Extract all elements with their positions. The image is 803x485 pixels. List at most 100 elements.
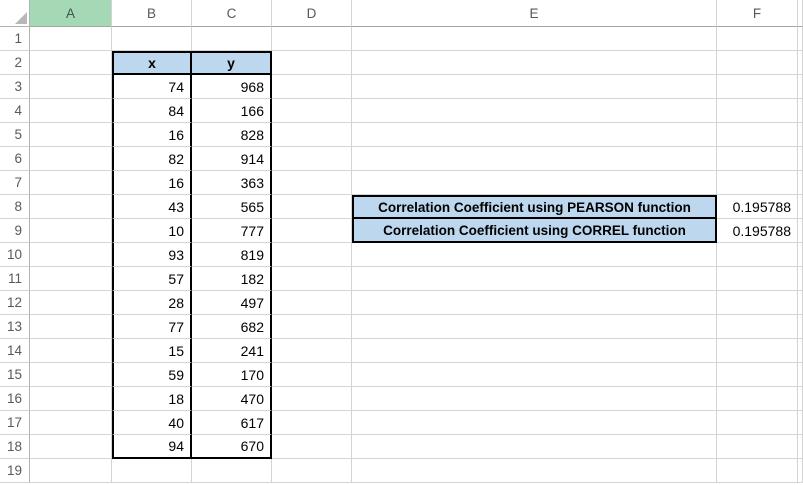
cell-E7[interactable] [352,171,717,195]
cell-D11[interactable] [272,267,352,291]
cell-C8[interactable]: 565 [192,195,272,219]
cell-A1[interactable] [30,27,112,51]
cell-E19[interactable] [352,459,717,483]
cell-E13[interactable] [352,315,717,339]
cell-C11[interactable]: 182 [192,267,272,291]
column-header-E[interactable]: E [352,0,717,27]
cell-G6[interactable] [798,147,803,171]
row-header-8[interactable]: 8 [0,195,30,219]
cell-F11[interactable] [717,267,798,291]
row-header-5[interactable]: 5 [0,123,30,147]
cell-F15[interactable] [717,363,798,387]
cell-F8[interactable]: 0.195788 [717,195,798,219]
cell-A15[interactable] [30,363,112,387]
column-header-A[interactable]: A [30,0,112,27]
cell-D6[interactable] [272,147,352,171]
cell-D12[interactable] [272,291,352,315]
cell-C10[interactable]: 819 [192,243,272,267]
cell-F6[interactable] [717,147,798,171]
cell-G18[interactable] [798,435,803,459]
cell-C5[interactable]: 828 [192,123,272,147]
cell-G3[interactable] [798,75,803,99]
cell-B3[interactable]: 74 [112,75,192,99]
cell-E1[interactable] [352,27,717,51]
cell-E3[interactable] [352,75,717,99]
cell-B1[interactable] [112,27,192,51]
select-all-corner[interactable] [0,0,30,27]
cell-D17[interactable] [272,411,352,435]
cell-C9[interactable]: 777 [192,219,272,243]
cell-B2[interactable]: x [112,51,192,75]
cell-G19[interactable] [798,459,803,483]
cell-F3[interactable] [717,75,798,99]
cell-B11[interactable]: 57 [112,267,192,291]
cell-A13[interactable] [30,315,112,339]
cell-C4[interactable]: 166 [192,99,272,123]
row-header-16[interactable]: 16 [0,387,30,411]
cell-B16[interactable]: 18 [112,387,192,411]
row-header-6[interactable]: 6 [0,147,30,171]
cell-B10[interactable]: 93 [112,243,192,267]
row-header-13[interactable]: 13 [0,315,30,339]
cell-A5[interactable] [30,123,112,147]
cell-E12[interactable] [352,291,717,315]
cell-A7[interactable] [30,171,112,195]
column-header-partial-6[interactable] [798,0,803,27]
cell-A14[interactable] [30,339,112,363]
cell-G17[interactable] [798,411,803,435]
cell-C19[interactable] [192,459,272,483]
row-header-1[interactable]: 1 [0,27,30,51]
cell-A12[interactable] [30,291,112,315]
cell-B13[interactable]: 77 [112,315,192,339]
cell-A19[interactable] [30,459,112,483]
cell-F2[interactable] [717,51,798,75]
cell-E11[interactable] [352,267,717,291]
cell-C7[interactable]: 363 [192,171,272,195]
cell-F13[interactable] [717,315,798,339]
cell-B8[interactable]: 43 [112,195,192,219]
cell-B18[interactable]: 94 [112,435,192,459]
cell-E14[interactable] [352,339,717,363]
cell-A4[interactable] [30,99,112,123]
cell-C15[interactable]: 170 [192,363,272,387]
cell-E15[interactable] [352,363,717,387]
row-header-18[interactable]: 18 [0,435,30,459]
cell-A8[interactable] [30,195,112,219]
cell-B5[interactable]: 16 [112,123,192,147]
row-header-12[interactable]: 12 [0,291,30,315]
cell-D8[interactable] [272,195,352,219]
cell-E6[interactable] [352,147,717,171]
cell-D15[interactable] [272,363,352,387]
cell-C3[interactable]: 968 [192,75,272,99]
cell-E2[interactable] [352,51,717,75]
cell-E10[interactable] [352,243,717,267]
cell-B15[interactable]: 59 [112,363,192,387]
cell-B9[interactable]: 10 [112,219,192,243]
cell-C14[interactable]: 241 [192,339,272,363]
cell-C1[interactable] [192,27,272,51]
cell-G14[interactable] [798,339,803,363]
cell-C16[interactable]: 470 [192,387,272,411]
cell-B7[interactable]: 16 [112,171,192,195]
cell-F1[interactable] [717,27,798,51]
cell-D1[interactable] [272,27,352,51]
cell-G9[interactable] [798,219,803,243]
cell-E4[interactable] [352,99,717,123]
cell-G13[interactable] [798,315,803,339]
cell-F7[interactable] [717,171,798,195]
cell-D9[interactable] [272,219,352,243]
cell-D13[interactable] [272,315,352,339]
row-header-15[interactable]: 15 [0,363,30,387]
row-header-10[interactable]: 10 [0,243,30,267]
cell-A11[interactable] [30,267,112,291]
cell-D7[interactable] [272,171,352,195]
cell-B6[interactable]: 82 [112,147,192,171]
cell-C12[interactable]: 497 [192,291,272,315]
row-header-7[interactable]: 7 [0,171,30,195]
cell-F14[interactable] [717,339,798,363]
cell-C6[interactable]: 914 [192,147,272,171]
cell-G2[interactable] [798,51,803,75]
cell-F18[interactable] [717,435,798,459]
cell-G16[interactable] [798,387,803,411]
cell-F4[interactable] [717,99,798,123]
